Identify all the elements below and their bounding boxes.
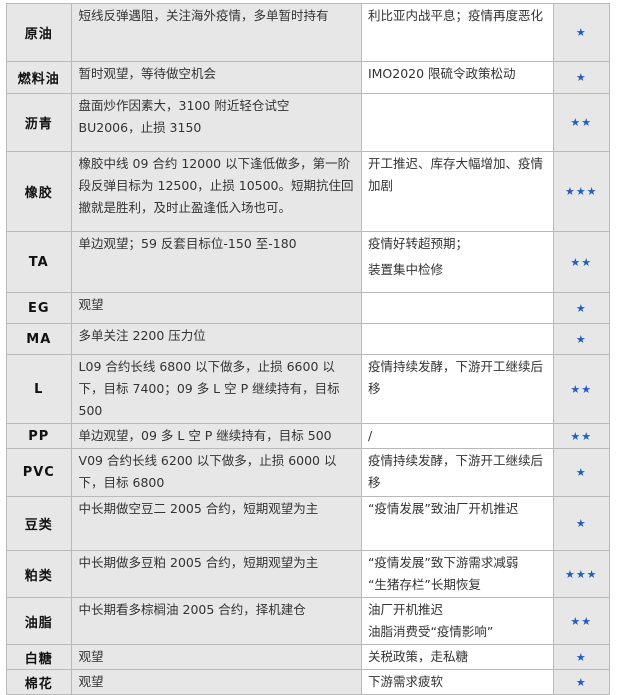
logic-text: 利比亚内战平息；疫情再度恶化 <box>360 3 554 62</box>
strategy-view: 观望 <box>70 644 362 670</box>
product-name: 粕类 <box>6 550 72 598</box>
product-name: 油脂 <box>6 597 72 645</box>
product-name: EG <box>6 292 72 324</box>
star-icon: ★★★ <box>552 550 611 598</box>
table-row: 橡胶 橡胶中线 09 合约 12000 以下逢低做多，第一阶段反弹目标为 125… <box>6 151 611 232</box>
product-name: 白糖 <box>6 644 72 670</box>
star-icon: ★★★ <box>552 151 611 232</box>
table-row: EG 观望 ★ <box>6 292 611 324</box>
table-row: 燃料油 暂时观望，等待做空机会 IMO2020 限硫令政策松动 ★ <box>6 61 611 94</box>
table-row: L L09 合约长线 6800 以下做多，止损 6600 以下，目标 7400；… <box>6 354 611 424</box>
strategy-table: 原油 短线反弹遇阻，关注海外疫情，多单暂时持有 利比亚内战平息；疫情再度恶化 ★… <box>6 3 611 695</box>
table-row: MA 多单关注 2200 压力位 ★ <box>6 323 611 355</box>
logic-text <box>360 93 554 152</box>
star-icon: ★ <box>552 644 611 670</box>
logic-text: “疫情发展”致下游需求减弱 “生猪存栏”长期恢复 <box>360 550 554 598</box>
logic-text: / <box>360 423 554 449</box>
logic-text <box>360 292 554 324</box>
logic-text: 下游需求疲软 <box>360 669 554 695</box>
star-icon: ★★ <box>552 354 611 424</box>
logic-text <box>360 323 554 355</box>
table-row: 原油 短线反弹遇阻，关注海外疫情，多单暂时持有 利比亚内战平息；疫情再度恶化 ★ <box>6 3 611 62</box>
star-icon: ★ <box>552 496 611 551</box>
strategy-view: 中长期做空豆二 2005 合约，短期观望为主 <box>70 496 362 551</box>
logic-text: 疫情持续发酵，下游开工继续后移 <box>360 448 554 497</box>
star-icon: ★ <box>552 61 611 94</box>
product-name: 燃料油 <box>6 61 72 94</box>
logic-text: 油厂开机推迟 油脂消费受“疫情影响” <box>360 597 554 645</box>
star-icon: ★ <box>552 448 611 497</box>
product-name: 橡胶 <box>6 151 72 232</box>
star-icon: ★★ <box>552 423 611 449</box>
star-icon: ★ <box>552 669 611 695</box>
star-icon: ★ <box>552 3 611 62</box>
table-row: PVC V09 合约长线 6200 以下做多，止损 6000 以下，目标 680… <box>6 448 611 497</box>
product-name: 原油 <box>6 3 72 62</box>
table-row: 棉花 观望 下游需求疲软 ★ <box>6 669 611 695</box>
strategy-view: L09 合约长线 6800 以下做多，止损 6600 以下，目标 7400；09… <box>70 354 362 424</box>
strategy-view: 中长期看多棕榈油 2005 合约，择机建仓 <box>70 597 362 645</box>
product-name: 豆类 <box>6 496 72 551</box>
strategy-view: 观望 <box>70 669 362 695</box>
star-icon: ★★ <box>552 93 611 152</box>
table-row: 沥青 盘面炒作因素大，3100 附近轻仓试空 BU2006，止损 3150 ★★ <box>6 93 611 152</box>
table-row: 粕类 中长期做多豆粕 2005 合约，短期观望为主 “疫情发展”致下游需求减弱 … <box>6 550 611 598</box>
strategy-view: V09 合约长线 6200 以下做多，止损 6000 以下，目标 6800 <box>70 448 362 497</box>
star-icon: ★ <box>552 323 611 355</box>
star-icon: ★★ <box>552 231 611 293</box>
product-name: 沥青 <box>6 93 72 152</box>
product-name: PP <box>6 423 72 449</box>
logic-text: “疫情发展”致油厂开机推迟 <box>360 496 554 551</box>
product-name: L <box>6 354 72 424</box>
strategy-view: 中长期做多豆粕 2005 合约，短期观望为主 <box>70 550 362 598</box>
table-row: TA 单边观望；59 反套目标位-150 至-180 疫情好转超预期； 装置集中… <box>6 231 611 293</box>
logic-text: 疫情好转超预期； 装置集中检修 <box>360 231 554 293</box>
star-icon: ★ <box>552 292 611 324</box>
product-name: 棉花 <box>6 669 72 695</box>
product-name: MA <box>6 323 72 355</box>
logic-text: IMO2020 限硫令政策松动 <box>360 61 554 94</box>
strategy-view: 短线反弹遇阻，关注海外疫情，多单暂时持有 <box>70 3 362 62</box>
product-name: TA <box>6 231 72 293</box>
strategy-view: 盘面炒作因素大，3100 附近轻仓试空 BU2006，止损 3150 <box>70 93 362 152</box>
strategy-view: 橡胶中线 09 合约 12000 以下逢低做多，第一阶段反弹目标为 12500，… <box>70 151 362 232</box>
strategy-view: 暂时观望，等待做空机会 <box>70 61 362 94</box>
table-row: 油脂 中长期看多棕榈油 2005 合约，择机建仓 油厂开机推迟 油脂消费受“疫情… <box>6 597 611 645</box>
strategy-view: 观望 <box>70 292 362 324</box>
star-icon: ★★ <box>552 597 611 645</box>
table-row: 白糖 观望 关税政策，走私糖 ★ <box>6 644 611 670</box>
strategy-view: 单边观望，09 多 L 空 P 继续持有，目标 500 <box>70 423 362 449</box>
product-name: PVC <box>6 448 72 497</box>
table-row: 豆类 中长期做空豆二 2005 合约，短期观望为主 “疫情发展”致油厂开机推迟 … <box>6 496 611 551</box>
table-row: PP 单边观望，09 多 L 空 P 继续持有，目标 500 / ★★ <box>6 423 611 449</box>
strategy-view: 多单关注 2200 压力位 <box>70 323 362 355</box>
logic-text: 开工推迟、库存大幅增加、疫情加剧 <box>360 151 554 232</box>
logic-text: 关税政策，走私糖 <box>360 644 554 670</box>
strategy-view: 单边观望；59 反套目标位-150 至-180 <box>70 231 362 293</box>
logic-text: 疫情持续发酵，下游开工继续后移 <box>360 354 554 424</box>
